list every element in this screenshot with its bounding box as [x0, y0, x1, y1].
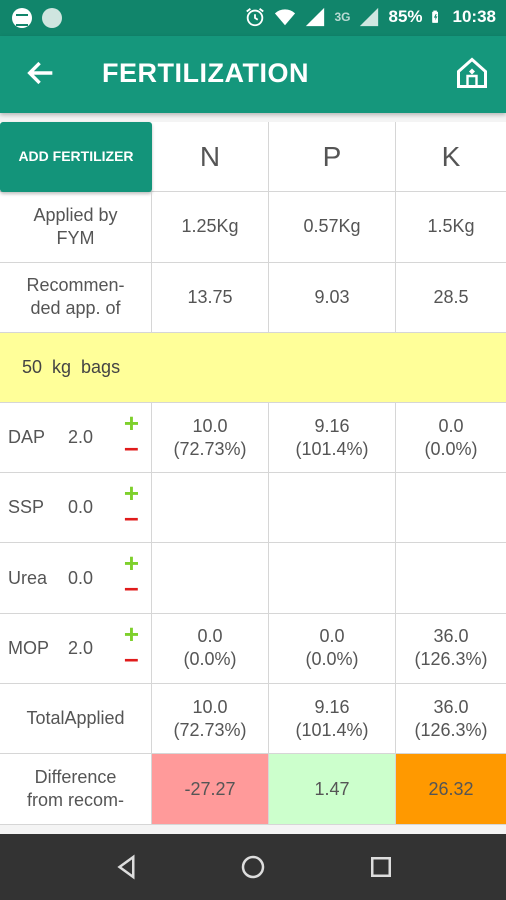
clock: 10:38: [452, 7, 496, 26]
recommended-row: Recommen-ded app. of 13.75 9.03 28.5: [0, 262, 506, 333]
column-header-k: K: [441, 141, 461, 173]
decrease-button[interactable]: –: [124, 434, 138, 460]
system-nav-bar: [0, 834, 506, 900]
fertilizer-row-mop: MOP 2.0 + – 0.0 (0.0%) 0.0 (0.0%) 36.0 (1…: [0, 613, 506, 685]
back-arrow-icon[interactable]: [24, 56, 58, 90]
table-cell: 36.0 (126.3%): [414, 626, 488, 670]
fertilizer-quantity: 2.0: [68, 637, 94, 658]
fertilizer-name: MOP: [8, 637, 50, 658]
signal-icon: [360, 7, 379, 27]
row-label: Applied by FYM: [0, 192, 152, 262]
bag-size-banner: 50 kg bags: [0, 332, 506, 403]
home-icon[interactable]: [454, 55, 490, 91]
app-bar: FERTILIZATION: [0, 36, 506, 113]
network-label: 3G: [334, 10, 351, 24]
signal-icon: [306, 7, 325, 27]
total-applied-row: TotalApplied 10.0 (72.73%) 9.16 (101.4%)…: [0, 684, 506, 755]
fertilizer-quantity: 0.0: [68, 567, 94, 588]
table-cell: [269, 543, 396, 613]
table-cell: [396, 543, 506, 612]
table-cell: [152, 543, 269, 613]
battery-percent: 85%: [388, 7, 423, 26]
table-cell: 9.16 (101.4%): [269, 684, 396, 754]
table-cell: 13.75: [152, 262, 269, 332]
table-cell: [396, 473, 506, 542]
table-cell: 28.5: [433, 286, 469, 307]
table-cell: 0.0 (0.0%): [424, 415, 478, 459]
difference-row: Difference from recom- -27.27 1.47 26.32: [0, 754, 506, 825]
difference-cell-k: 26.32: [396, 754, 506, 824]
status-bar: 3G 85% 10:38: [0, 0, 506, 36]
table-cell: 1.5Kg: [427, 216, 475, 237]
fertilizer-name: DAP: [8, 427, 46, 448]
battery-icon: [431, 10, 438, 23]
row-label: Recommen-ded app. of: [0, 262, 152, 332]
table-cell: 9.03: [269, 262, 396, 332]
status-dot-icon: [42, 8, 62, 28]
difference-cell-n: -27.27: [152, 754, 269, 824]
fertilizer-name: Urea: [8, 567, 48, 588]
fertilizer-row-ssp: SSP 0.0 + –: [0, 473, 506, 544]
table-cell: 9.16 (101.4%): [269, 402, 396, 473]
applied-fym-row: Applied by FYM 1.25Kg 0.57Kg 1.5Kg: [0, 192, 506, 263]
add-fertilizer-button[interactable]: ADD FERTILIZER: [0, 121, 152, 192]
table-cell: [269, 473, 396, 543]
decrease-button[interactable]: –: [124, 574, 138, 600]
table-cell: 10.0 (72.73%): [152, 684, 269, 754]
column-header-n: N: [152, 122, 269, 192]
row-label: Difference from recom-: [0, 754, 152, 824]
nav-home-icon[interactable]: [238, 852, 268, 882]
alarm-icon: [246, 8, 265, 27]
fertilizer-quantity: 2.0: [68, 427, 94, 448]
header-row: ADD FERTILIZER N P K: [0, 121, 506, 193]
fertilizer-row-dap: DAP 2.0 + – 10.0 (72.73%) 9.16 (101.4%) 0…: [0, 402, 506, 474]
fertilizer-row-urea: Urea 0.0 + –: [0, 543, 506, 614]
fertilizer-quantity: 0.0: [68, 497, 94, 518]
difference-cell-p: 1.47: [269, 754, 396, 824]
table-cell: 0.0 (0.0%): [152, 613, 269, 684]
decrease-button[interactable]: –: [124, 645, 138, 671]
table-cell: [152, 473, 269, 543]
page-title: FERTILIZATION: [102, 58, 309, 88]
wifi-icon: [275, 9, 296, 26]
table-cell: 1.25Kg: [152, 192, 269, 262]
nav-back-icon[interactable]: [112, 852, 142, 882]
table-cell: 10.0 (72.73%): [152, 402, 269, 473]
table-cell: 36.0 (126.3%): [414, 696, 488, 740]
decrease-button[interactable]: –: [124, 504, 138, 530]
table-cell: 0.57Kg: [269, 192, 396, 262]
table-cell: 0.0 (0.0%): [269, 613, 396, 684]
fertilizer-name: SSP: [8, 497, 45, 518]
spotify-icon: [12, 8, 32, 28]
nav-recents-icon[interactable]: [366, 852, 396, 882]
row-label: TotalApplied: [0, 684, 152, 754]
column-header-p: P: [269, 122, 396, 192]
fertilizer-table: ADD FERTILIZER N P K Applied by FYM 1.25…: [0, 121, 506, 825]
